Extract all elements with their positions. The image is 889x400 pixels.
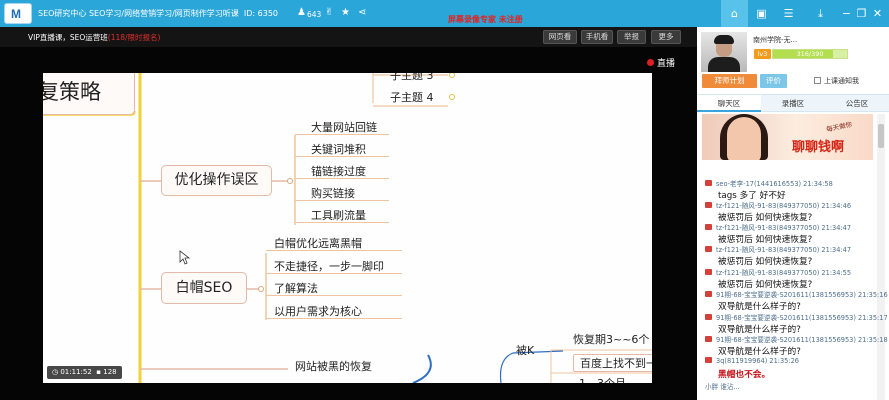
- gift-icon: [705, 202, 712, 208]
- app-logo-icon: M: [4, 3, 32, 24]
- mindmap-root-node: 复策略: [43, 73, 135, 115]
- leaf-underline: [266, 295, 402, 296]
- download-icon[interactable]: ⤓: [807, 0, 834, 27]
- chat-meta: 3q(811919964) 21:35:26: [705, 357, 799, 365]
- skin-icon[interactable]: ▣: [748, 0, 775, 27]
- register-watermark: 屏幕录像专家 未注册: [448, 15, 523, 24]
- mindmap-leaf: 大量网站回链: [311, 121, 377, 134]
- level-progress-text: 316/390: [796, 50, 824, 58]
- mindmap-leaf: 不走捷径，一步一脚印: [274, 260, 384, 273]
- leaf-underline: [295, 222, 389, 223]
- gift-icon: [705, 291, 712, 297]
- video-timestamp: ◷ 01:11:52 ▪ 128: [47, 366, 122, 379]
- live-dot-icon: [647, 59, 654, 66]
- chat-text: 黑帽也不会。: [718, 370, 771, 380]
- viewer-icon: ▪: [96, 368, 101, 376]
- mindmap-leaf: 被K: [516, 344, 535, 357]
- web-view-button[interactable]: 网页看: [543, 30, 577, 44]
- mindmap-leaf: 百度上找不到一: [573, 354, 652, 372]
- scroll-thumb[interactable]: [878, 124, 884, 148]
- gift-icon: [705, 336, 712, 342]
- chat-meta: seo-老李-17(1441616553) 21:34:58: [705, 178, 833, 188]
- course-title: VIP直播课，SEO运营班(118/限时报名): [28, 33, 161, 42]
- user-icon[interactable]: ♟: [297, 6, 306, 20]
- mentor-plan-button[interactable]: 拜师计划: [702, 74, 757, 88]
- share-icon[interactable]: ⋖: [358, 6, 366, 20]
- title-bar: M SEO研究中心 SEO学习/网络营销学习/网页制作学习听课 ID: 6350…: [0, 0, 889, 27]
- mindmap-branch-node: 优化操作误区: [161, 165, 272, 196]
- chat-text: 被惩罚后 如何快速恢复?: [718, 257, 813, 267]
- mindmap-leaf: 以用户需求为核心: [274, 305, 362, 318]
- mindmap-leaf: 恢复期3~~6个: [573, 333, 650, 346]
- listener-count: 643: [307, 10, 322, 19]
- leaf-underline: [295, 134, 389, 135]
- leaf-underline: [295, 178, 389, 179]
- leaf-underline: [295, 200, 389, 201]
- mindmap-leaf: 锚链接过度: [311, 165, 366, 178]
- report-button[interactable]: 举报: [617, 30, 646, 44]
- menu-icon[interactable]: ☰: [775, 0, 802, 27]
- live-indicator: 直播: [647, 56, 675, 69]
- star-icon[interactable]: ★: [341, 6, 350, 20]
- banner-slogan: 聊聊钱啊: [792, 140, 845, 155]
- gift-icon: [705, 269, 712, 275]
- shared-screen: 复策略 子主题 3 子主题 4 优化操作误区 大量网站回链 关键词堆积 锚链接过…: [43, 73, 652, 383]
- ad-banner[interactable]: 聊聊钱啊 每天做你: [702, 114, 873, 160]
- thumbs-up-icon[interactable]: ✌: [325, 6, 333, 20]
- mindmap-branch-node: 白帽SEO: [161, 272, 247, 304]
- chat-meta: 91期-68-宝宝要逆袭-S201611(1381556953) 21:35:1…: [705, 334, 888, 344]
- mindmap-leaf: 工具刷流量: [311, 209, 366, 222]
- tab-chat[interactable]: 聊天区: [697, 95, 761, 112]
- leaf-underline: [266, 273, 402, 274]
- chat-meta: 91期-68-宝宝要逆袭-S201611(1381556953) 21:35:1…: [705, 312, 888, 322]
- gift-icon: [705, 357, 712, 363]
- mindmap-leaf: 了解算法: [274, 282, 318, 295]
- teacher-name: 南州学院-无...: [753, 36, 798, 44]
- banner-tag: 每天做你: [825, 120, 853, 134]
- mindmap-leaf: 白帽优化远离黑帽: [274, 237, 362, 250]
- gift-icon: [705, 246, 712, 252]
- right-panel: 南州学院-无... lv3 316/390 拜师计划 评价 上课通知我 聊天区 …: [697, 27, 889, 400]
- level-progress-bar: 316/390: [772, 49, 848, 59]
- tab-announcements[interactable]: 公告区: [825, 95, 889, 112]
- tab-recordings[interactable]: 录播区: [761, 95, 825, 112]
- app-window: M SEO研究中心 SEO学习/网络营销学习/网页制作学习听课 ID: 6350…: [0, 0, 889, 400]
- home-icon[interactable]: ⌂: [721, 0, 748, 27]
- chat-meta: tz-f121-随风-91-83(849377050) 21:34:46: [705, 200, 851, 210]
- video-header: VIP直播课，SEO运营班(118/限时报名) 网页看 手机看 举报 更多: [0, 27, 697, 47]
- level-badge: lv3: [754, 49, 771, 59]
- gift-icon: [705, 180, 712, 186]
- checkbox-icon[interactable]: [814, 77, 821, 84]
- leaf-underline: [295, 156, 389, 157]
- chat-text: 双导航是什么样子的?: [718, 302, 801, 312]
- more-button[interactable]: 更多: [651, 30, 681, 44]
- chat-text: 双导航是什么样子的?: [718, 347, 801, 357]
- mindmap-top-item: 子主题 4: [390, 91, 434, 104]
- chat-meta: tz-f121-随风-91-83(849377050) 21:34:47: [705, 222, 851, 232]
- mindmap-top-item: 子主题 3: [390, 73, 434, 82]
- class-notify-checkbox[interactable]: 上课通知我: [814, 76, 859, 86]
- chat-meta: tz-f121-随风-91-83(849377050) 21:34:55: [705, 267, 851, 277]
- leaf-underline: [266, 318, 402, 319]
- mindmap-leaf: 1，3个月: [579, 375, 626, 383]
- chat-meta: tz-f121-随风-91-83(849377050) 21:34:47: [705, 244, 851, 254]
- chat-meta: 小胖 谁沾...: [705, 383, 740, 391]
- evaluate-button[interactable]: 评价: [760, 74, 787, 88]
- close-icon[interactable]: ✕: [864, 0, 889, 27]
- teacher-avatar: [701, 32, 747, 72]
- mindmap-leaf: 网站被黑的恢复: [295, 360, 372, 373]
- leaf-underline: [266, 250, 402, 251]
- gift-icon: [705, 314, 712, 320]
- mindmap-leaf: 关键词堆积: [311, 143, 366, 156]
- chat-meta: 91期-68-宝宝要逆袭-S201611(1381556953) 21:35:1…: [705, 289, 888, 299]
- clock-icon: ◷: [52, 368, 59, 376]
- gift-icon: [705, 224, 712, 230]
- chat-scrollbar[interactable]: [877, 114, 885, 400]
- panel-tabs: 聊天区 录播区 公告区: [697, 94, 889, 112]
- window-title: SEO研究中心 SEO学习/网络营销学习/网页制作学习听课 ID: 6350: [38, 9, 279, 18]
- mindmap-leaf: 购买链接: [311, 187, 355, 200]
- mobile-view-button[interactable]: 手机看: [581, 30, 613, 44]
